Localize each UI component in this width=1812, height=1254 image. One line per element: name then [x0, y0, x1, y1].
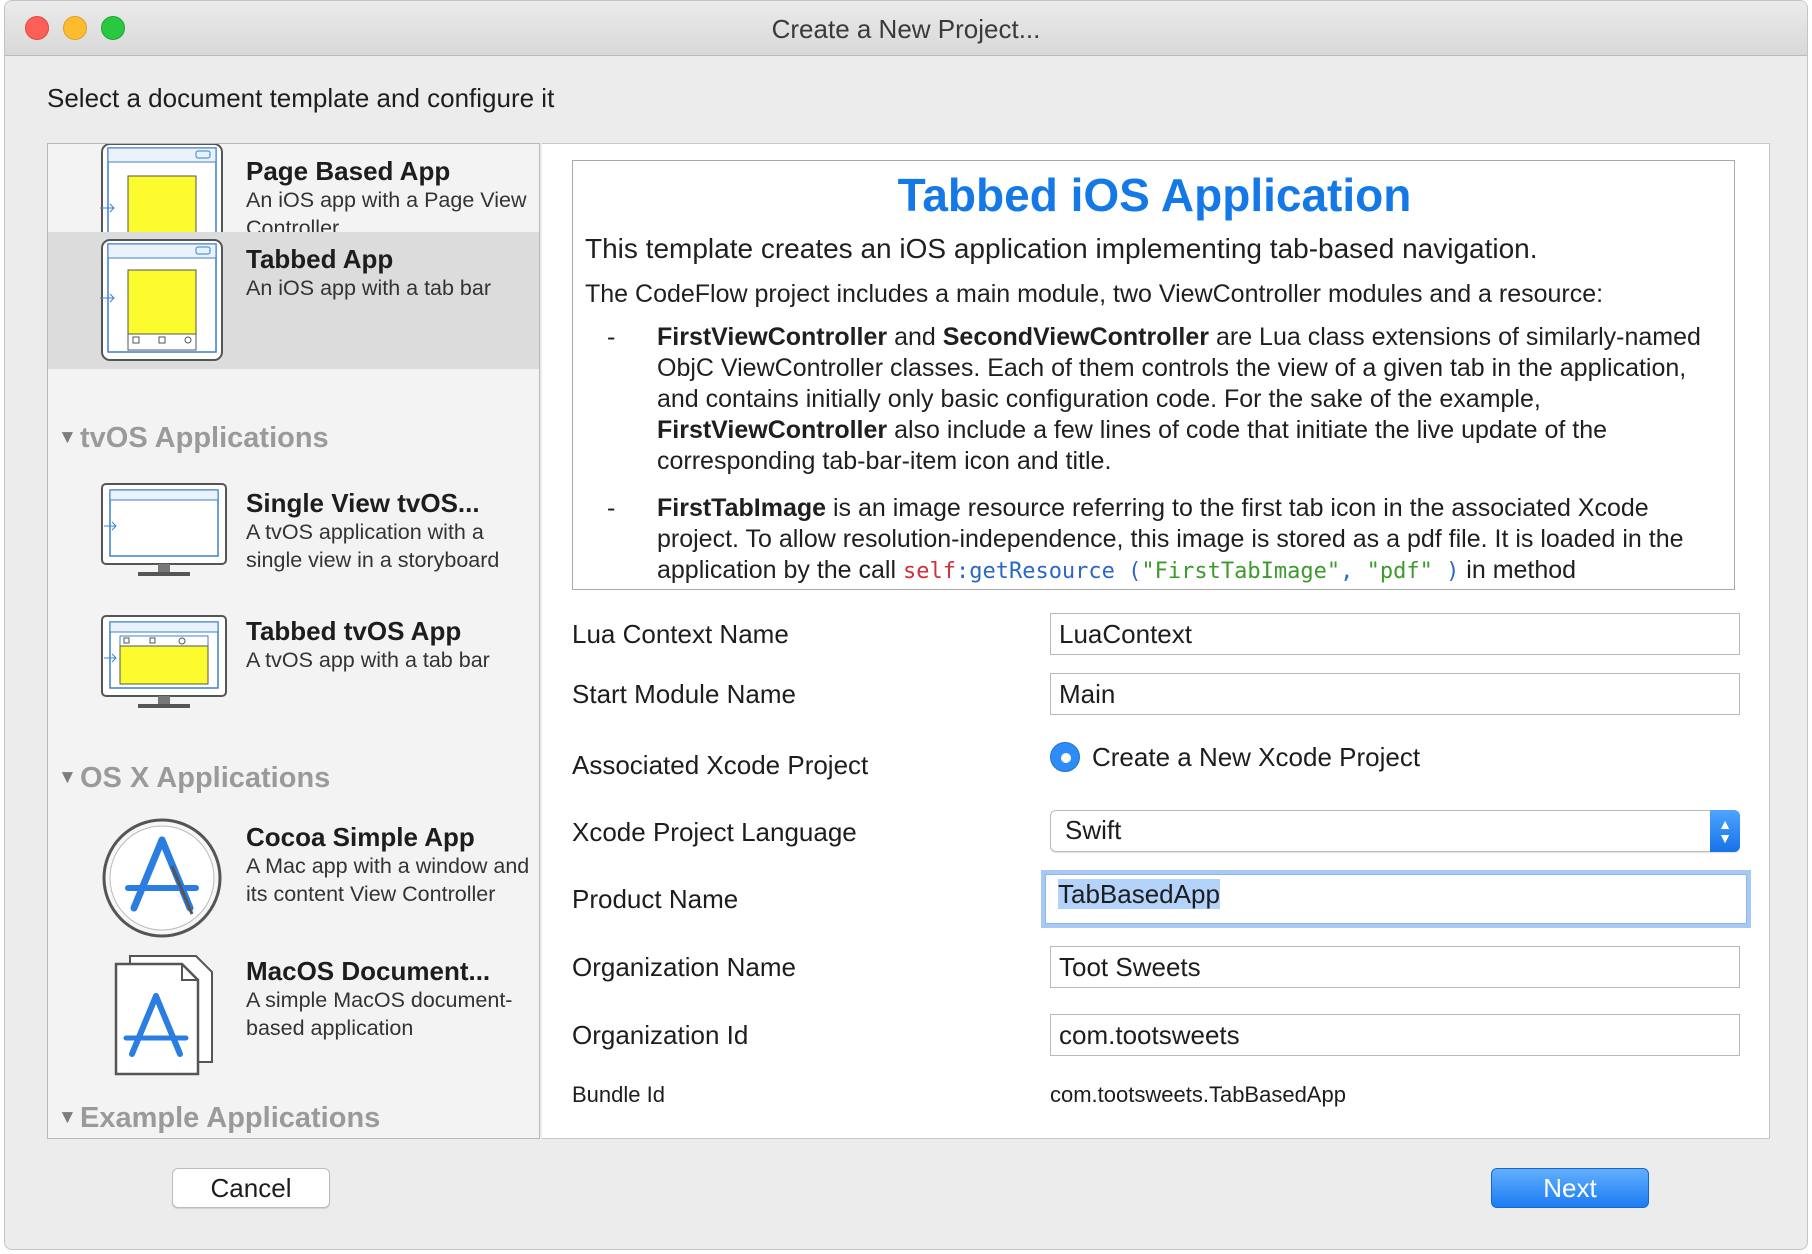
- app-store-a-icon: [102, 818, 222, 938]
- description-list: - FirstViewController and SecondViewContr…: [585, 322, 1724, 587]
- product-name-label: Product Name: [572, 884, 739, 914]
- sheet-subtitle: Select a document template and configure…: [47, 83, 555, 113]
- disclosure-triangle-icon[interactable]: ▼: [58, 767, 80, 789]
- cancel-button[interactable]: Cancel: [172, 1168, 330, 1208]
- selected-text: TabBasedApp: [1058, 879, 1220, 909]
- template-description-view[interactable]: Tabbed iOS Application This template cre…: [572, 160, 1735, 590]
- radio-selected-icon[interactable]: [1050, 742, 1080, 772]
- single-view-tvos-thumbnail-icon: [101, 483, 227, 576]
- template-tabbed-tvos-app[interactable]: Tabbed tvOS App A tvOS app with a tab ba…: [48, 604, 539, 741]
- template-config-panel: Tabbed iOS Application This template cre…: [542, 143, 1770, 1139]
- section-osx-applications[interactable]: ▼ OS X Applications: [58, 762, 330, 795]
- template-name: Tabbed App: [246, 244, 394, 274]
- template-description: An iOS app with a tab bar: [246, 276, 492, 300]
- description-bullet: - FirstViewController and SecondViewContr…: [607, 323, 1701, 475]
- window-title: Create a New Project...: [771, 14, 1041, 44]
- description-intro: This template creates an iOS application…: [585, 233, 1538, 264]
- template-description: A tvOS app with a tab bar: [246, 648, 490, 672]
- organization-name-field[interactable]: [1050, 946, 1740, 988]
- template-name: Single View tvOS...: [246, 488, 480, 518]
- next-button[interactable]: Next: [1491, 1168, 1649, 1208]
- product-name-field[interactable]: TabBasedApp: [1045, 874, 1747, 924]
- section-label: Example Applications: [80, 1102, 381, 1134]
- template-cocoa-simple-app[interactable]: Cocoa Simple App A Mac app with a window…: [48, 810, 539, 947]
- template-description: A Mac app with a window and its content …: [246, 854, 530, 906]
- template-name: Tabbed tvOS App: [246, 616, 462, 646]
- document-app-icon: [114, 955, 213, 1076]
- description-bullet: - FirstTabImage is an image resource refe…: [607, 494, 1684, 584]
- description-summary: The CodeFlow project includes a main mod…: [585, 280, 1604, 308]
- organization-id-label: Organization Id: [572, 1020, 749, 1050]
- disclosure-triangle-icon[interactable]: ▼: [58, 427, 80, 449]
- disclosure-triangle-icon[interactable]: ▼: [58, 1107, 80, 1129]
- popup-arrows-icon: ▲ ▼: [1710, 810, 1740, 852]
- template-list[interactable]: Page Based App An iOS app with a Page Vi…: [47, 143, 540, 1139]
- start-module-name-label: Start Module Name: [572, 679, 796, 709]
- section-tvos-applications[interactable]: ▼ tvOS Applications: [58, 422, 329, 455]
- organization-id-field[interactable]: [1050, 1014, 1740, 1056]
- template-description: A simple MacOS document-based applicatio…: [246, 988, 513, 1040]
- template-single-view-tvos[interactable]: Single View tvOS... A tvOS application w…: [48, 470, 539, 607]
- template-tabbed-app[interactable]: Tabbed App An iOS app with a tab bar: [48, 232, 539, 369]
- organization-name-label: Organization Name: [572, 952, 796, 982]
- start-module-name-field[interactable]: [1050, 673, 1740, 715]
- xcode-project-language-popup[interactable]: Swift ▲ ▼: [1050, 810, 1740, 852]
- lua-context-name-label: Lua Context Name: [572, 619, 789, 649]
- section-label: OS X Applications: [80, 762, 331, 794]
- template-description: A tvOS application with a single view in…: [246, 520, 500, 572]
- description-title: Tabbed iOS Application: [897, 169, 1412, 221]
- template-macos-document[interactable]: MacOS Document... A simple MacOS documen…: [48, 944, 539, 1081]
- popup-selected-value: Swift: [1065, 815, 1122, 845]
- associated-xcode-project-label: Associated Xcode Project: [572, 750, 869, 780]
- tabbed-tvos-app-thumbnail-icon: [101, 615, 227, 708]
- section-label: tvOS Applications: [80, 422, 329, 454]
- new-project-window: Create a New Project... Select a documen…: [4, 0, 1808, 1250]
- radio-option-label: Create a New Xcode Project: [1092, 742, 1421, 772]
- section-example-applications[interactable]: ▼ Example Applications: [58, 1102, 380, 1135]
- template-name: Cocoa Simple App: [246, 822, 475, 852]
- bundle-id-label: Bundle Id: [572, 1082, 665, 1107]
- template-name: MacOS Document...: [246, 956, 491, 986]
- title-bar: Create a New Project...: [5, 1, 1807, 56]
- template-name: Page Based App: [246, 156, 451, 186]
- bundle-id-value: com.tootsweets.TabBasedApp: [1050, 1082, 1346, 1107]
- lua-context-name-field[interactable]: [1050, 613, 1740, 655]
- xcode-project-language-label: Xcode Project Language: [572, 817, 857, 847]
- tabbed-app-thumbnail-icon: [100, 239, 223, 361]
